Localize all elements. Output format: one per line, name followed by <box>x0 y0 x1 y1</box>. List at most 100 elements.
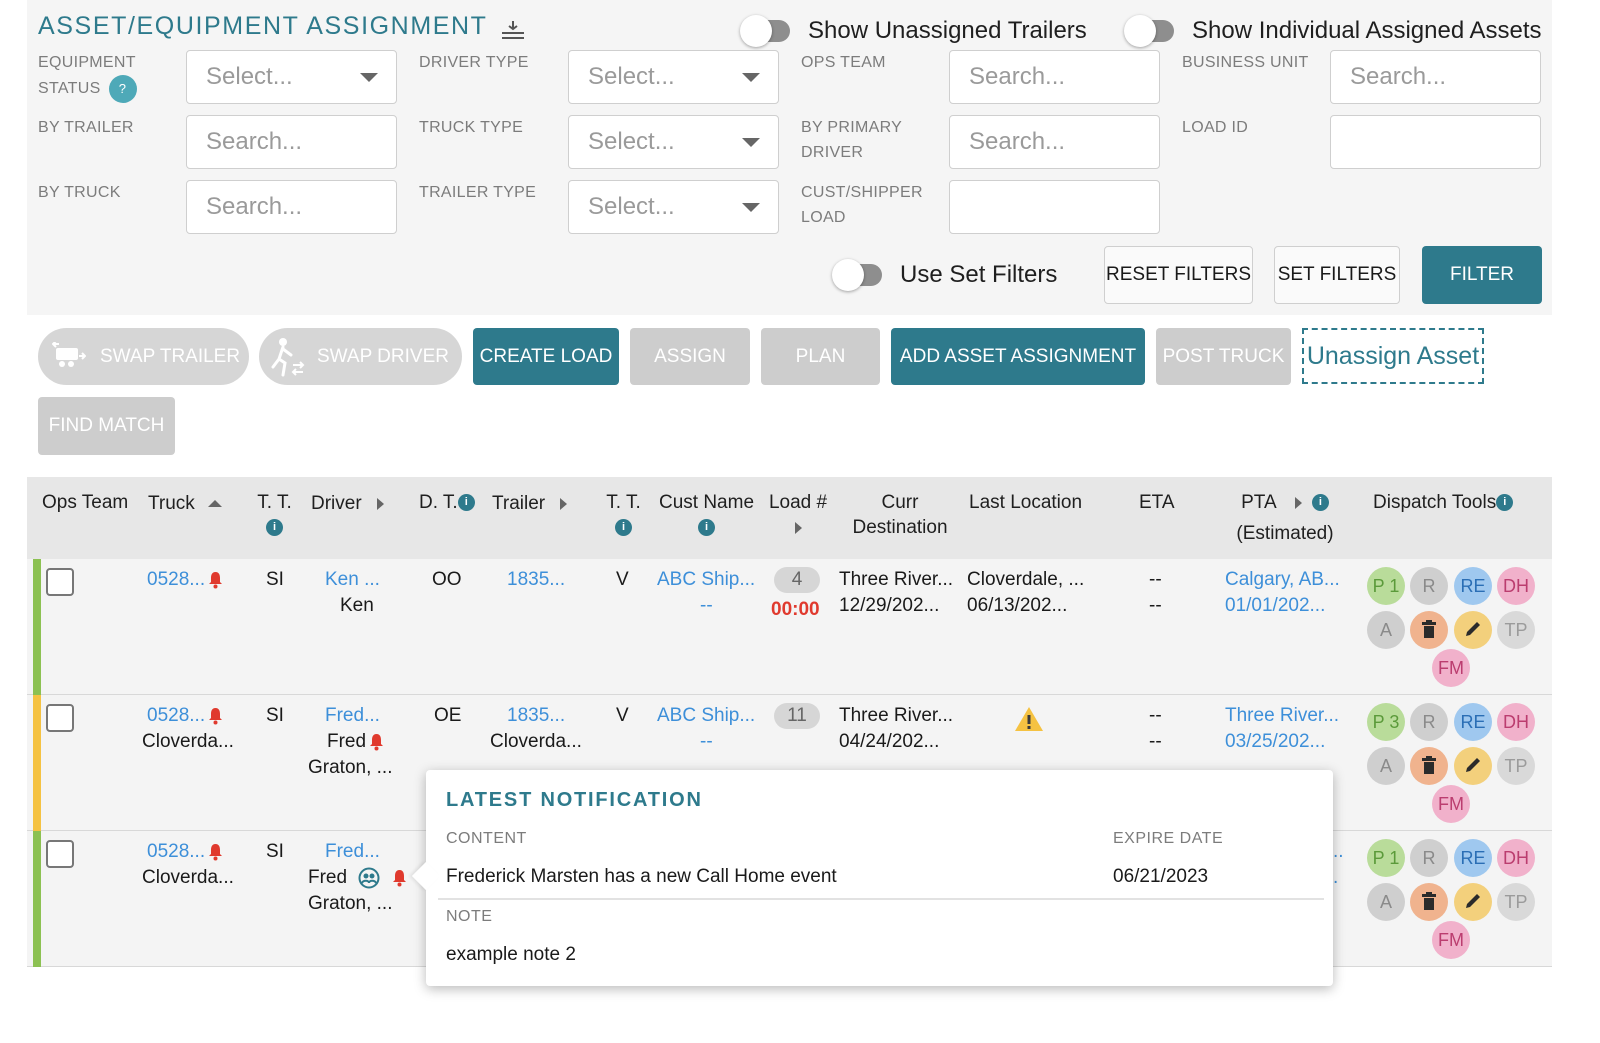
team-icon[interactable] <box>358 867 380 889</box>
bell-alert-icon[interactable] <box>208 843 223 861</box>
truck-link[interactable]: 0528... <box>147 841 205 862</box>
find-match-button[interactable]: FIND MATCH <box>38 397 175 455</box>
pta-date[interactable]: 03/25/202... <box>1225 729 1325 755</box>
col-load-num[interactable]: Load # <box>767 490 829 540</box>
info-icon[interactable]: i <box>266 519 283 537</box>
set-filters-button[interactable]: SET FILTERS <box>1274 246 1400 304</box>
bell-alert-icon[interactable] <box>208 707 223 725</box>
tp-button[interactable]: TP <box>1497 611 1535 649</box>
collapse-icon[interactable] <box>501 18 525 40</box>
truck-link[interactable]: 0528... <box>147 569 205 590</box>
post-truck-button[interactable]: POST TRUCK <box>1156 328 1291 385</box>
toggle-track[interactable] <box>740 15 790 47</box>
driver-link[interactable]: Fred... <box>325 839 380 865</box>
pta-date[interactable]: 01/01/202... <box>1225 593 1325 619</box>
toggle-knob[interactable] <box>740 15 772 47</box>
equipment-status-select[interactable]: Select... <box>186 50 397 104</box>
toggle-track[interactable] <box>832 259 882 291</box>
toggle-individual-assets[interactable]: Show Individual Assigned Assets <box>1124 15 1542 47</box>
info-icon[interactable]: i <box>1311 494 1329 512</box>
col-truck-type[interactable]: T. T. i <box>257 490 292 540</box>
by-trailer-input[interactable]: Search... <box>186 115 397 169</box>
col-pta[interactable]: PTA i (Estimated) <box>1229 490 1341 546</box>
r-button[interactable]: R <box>1410 703 1448 741</box>
trailer-link[interactable]: 1835... <box>507 567 565 593</box>
row-checkbox[interactable] <box>46 568 74 596</box>
toggle-use-set-filters[interactable]: Use Set Filters <box>832 259 1057 291</box>
edit-button[interactable] <box>1454 883 1492 921</box>
driver-type-select[interactable]: Select... <box>568 50 779 104</box>
driver-link[interactable]: Fred... <box>325 703 380 729</box>
r-button[interactable]: R <box>1410 839 1448 877</box>
create-load-button[interactable]: CREATE LOAD <box>473 328 619 385</box>
driver-link[interactable]: Ken ... <box>325 567 380 593</box>
load-badge[interactable]: 11 <box>774 703 820 729</box>
a-button[interactable]: A <box>1367 611 1405 649</box>
col-trailer-type[interactable]: T. T. i <box>606 490 641 540</box>
trailer-type-select[interactable]: Select... <box>568 180 779 234</box>
swap-driver-button[interactable]: SWAP DRIVER <box>259 328 462 385</box>
by-truck-input[interactable]: Search... <box>186 180 397 234</box>
re-button[interactable]: RE <box>1454 567 1492 605</box>
info-icon[interactable]: i <box>698 519 715 537</box>
col-eta[interactable]: ETA <box>1139 490 1175 515</box>
truck-cell[interactable]: 0528... <box>147 839 223 865</box>
priority-button[interactable]: P 3 <box>1367 703 1405 741</box>
dh-button[interactable]: DH <box>1497 703 1535 741</box>
info-icon[interactable]: i <box>615 519 632 537</box>
info-icon[interactable]: i <box>457 494 475 512</box>
col-curr-destination[interactable]: Curr Destination <box>845 490 955 540</box>
unassign-asset-button[interactable]: Unassign Asset <box>1302 328 1484 384</box>
plan-button[interactable]: PLAN <box>761 328 880 385</box>
col-truck[interactable]: Truck <box>148 491 223 516</box>
bell-alert-icon[interactable] <box>392 869 407 887</box>
col-ops-team[interactable]: Ops Team <box>42 490 128 515</box>
dh-button[interactable]: DH <box>1497 567 1535 605</box>
fm-button[interactable]: FM <box>1432 921 1470 959</box>
fm-button[interactable]: FM <box>1432 785 1470 823</box>
delete-button[interactable] <box>1410 883 1448 921</box>
truck-link[interactable]: 0528... <box>147 705 205 726</box>
cust-sub[interactable]: -- <box>700 729 713 755</box>
pta-partial-date[interactable]: . <box>1333 865 1338 891</box>
col-driver-type[interactable]: D. T. i <box>419 490 475 515</box>
bell-alert-icon[interactable] <box>369 733 384 751</box>
cust-name-link[interactable]: ABC Ship... <box>657 703 755 729</box>
truck-type-select[interactable]: Select... <box>568 115 779 169</box>
col-last-location[interactable]: Last Location <box>969 490 1082 515</box>
bell-alert-icon[interactable] <box>208 571 223 589</box>
expand-icon[interactable] <box>560 497 568 510</box>
business-unit-input[interactable]: Search... <box>1330 50 1541 104</box>
cust-shipper-load-input[interactable] <box>949 180 1160 234</box>
info-icon[interactable]: i <box>1496 494 1514 512</box>
cust-sub[interactable]: -- <box>700 593 713 619</box>
delete-button[interactable] <box>1410 747 1448 785</box>
re-button[interactable]: RE <box>1454 703 1492 741</box>
expand-icon[interactable] <box>376 497 384 510</box>
load-badge[interactable]: 4 <box>774 567 820 593</box>
cust-name-link[interactable]: ABC Ship... <box>657 567 755 593</box>
filter-button[interactable]: FILTER <box>1422 246 1542 304</box>
delete-button[interactable] <box>1410 611 1448 649</box>
expand-icon[interactable] <box>1294 496 1302 509</box>
reset-filters-button[interactable]: RESET FILTERS <box>1104 246 1253 304</box>
help-icon[interactable]: ? <box>108 75 137 103</box>
toggle-knob[interactable] <box>832 259 864 291</box>
r-button[interactable]: R <box>1410 567 1448 605</box>
truck-cell[interactable]: 0528... <box>147 703 223 729</box>
by-primary-driver-input[interactable]: Search... <box>949 115 1160 169</box>
tp-button[interactable]: TP <box>1497 883 1535 921</box>
toggle-track[interactable] <box>1124 15 1174 47</box>
toggle-knob[interactable] <box>1124 15 1156 47</box>
row-checkbox[interactable] <box>46 840 74 868</box>
assign-button[interactable]: ASSIGN <box>630 328 750 385</box>
pta-link[interactable]: Calgary, AB... <box>1225 567 1340 593</box>
re-button[interactable]: RE <box>1454 839 1492 877</box>
ops-team-input[interactable]: Search... <box>949 50 1160 104</box>
toggle-unassigned-trailers[interactable]: Show Unassigned Trailers <box>740 15 1087 47</box>
add-asset-assignment-button[interactable]: ADD ASSET ASSIGNMENT <box>891 328 1145 385</box>
priority-button[interactable]: P 1 <box>1367 567 1405 605</box>
load-id-input[interactable] <box>1330 115 1541 169</box>
col-dispatch-tools[interactable]: Dispatch Tools i <box>1373 490 1514 515</box>
dh-button[interactable]: DH <box>1497 839 1535 877</box>
